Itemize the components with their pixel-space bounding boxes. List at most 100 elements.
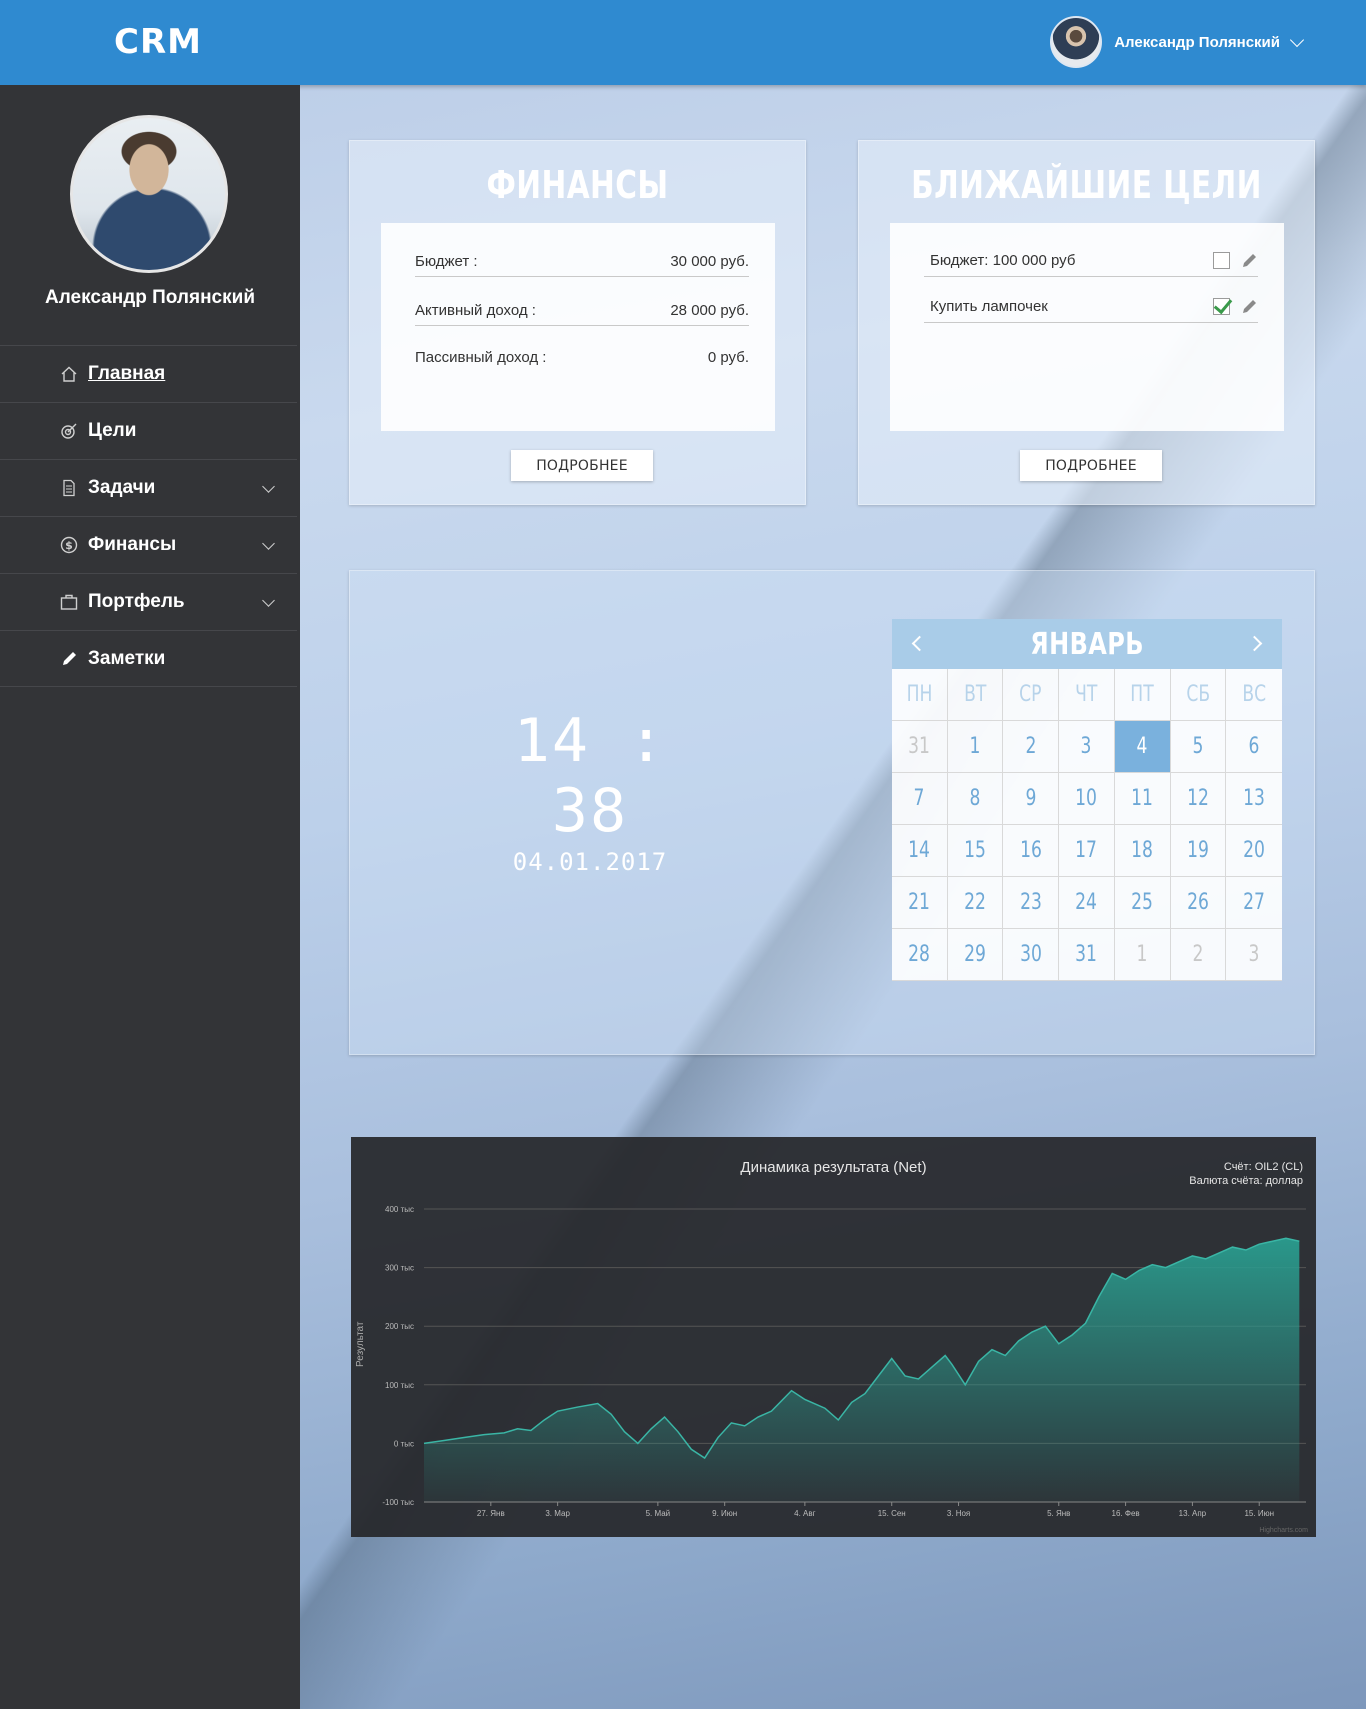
finance-value: 0 руб. [707, 348, 749, 366]
chevron-down-icon[interactable] [262, 480, 275, 493]
calendar-day-today[interactable]: 4 [1114, 721, 1171, 773]
chart-currency: Валюта счёта: доллар [1189, 1175, 1303, 1187]
calendar-day[interactable]: 29 [947, 929, 1004, 981]
finance-panel: Бюджет : 30 000 руб. Активный доход : 28… [381, 223, 775, 431]
calendar-day-number: 29 [964, 942, 986, 967]
calendar-day-number: 24 [1075, 890, 1098, 915]
sidebar-item-label: Заметки [88, 647, 166, 669]
calendar-day[interactable]: 26 [1170, 877, 1227, 929]
calendar-day-number: 27 [1243, 890, 1266, 915]
calendar-day[interactable]: 31 [892, 721, 948, 773]
calendar-day[interactable]: 17 [1059, 825, 1115, 877]
calendar-day[interactable]: 16 [1003, 825, 1060, 877]
calendar-weekday: ВТ [947, 669, 1004, 721]
app-logo[interactable]: CRM [114, 22, 202, 62]
user-menu[interactable]: Александр Полянский [1050, 16, 1305, 68]
calendar-day[interactable]: 6 [1226, 721, 1282, 773]
calendar-weekday: СБ [1170, 669, 1227, 721]
calendar-day[interactable]: 19 [1170, 825, 1227, 877]
sidebar-item-goals[interactable]: Цели [0, 402, 297, 459]
sidebar-item-portfolio[interactable]: Портфель [0, 573, 297, 630]
document-icon [60, 479, 78, 497]
header-user-name[interactable]: Александр Полянский [1114, 34, 1280, 51]
chart-y-tick-label: 0 тыс [394, 1439, 414, 1448]
calendar-weekday: СР [1003, 669, 1060, 721]
goals-panel: Бюджет: 100 000 руб Купить лампочек [890, 223, 1284, 431]
calendar-day[interactable]: 28 [892, 929, 948, 981]
calendar-day[interactable]: 12 [1170, 773, 1227, 825]
chevron-left-icon[interactable] [911, 635, 928, 652]
finance-more-button[interactable]: ПОДРОБНЕЕ [511, 450, 653, 481]
sidebar-item-notes[interactable]: Заметки [0, 630, 297, 687]
calendar-day[interactable]: 7 [892, 773, 948, 825]
calendar-day-number: 3 [1081, 734, 1092, 759]
chart-x-tick-label: 5. Май [646, 1509, 671, 1518]
calendar-day[interactable]: 15 [947, 825, 1004, 877]
chart-credits[interactable]: Highcharts.com [1259, 1527, 1308, 1534]
goal-checkbox[interactable] [1213, 252, 1230, 269]
calendar-day[interactable]: 2 [1003, 721, 1060, 773]
top-header: CRM Александр Полянский [0, 0, 1366, 85]
calendar-day[interactable]: 20 [1226, 825, 1282, 877]
pencil-icon [60, 650, 78, 668]
calendar-weekday-label: СБ [1186, 682, 1210, 707]
calendar-weekday-label: ВТ [963, 682, 987, 707]
sidebar-item-label: Главная [88, 363, 166, 384]
calendar-day-number: 9 [1025, 786, 1037, 811]
finance-title: ФИНАНСЫ [486, 163, 669, 207]
calendar: ЯНВАРЬ ПН ВТ СР ЧТ ПТ СБ ВС 31 1 2 3 4 5 6 7 8 9 10 11 12 13… [892, 619, 1282, 981]
calendar-day[interactable]: 25 [1114, 877, 1171, 929]
svg-text:$: $ [65, 539, 73, 552]
calendar-day[interactable]: 2 [1170, 929, 1227, 981]
calendar-day[interactable]: 21 [892, 877, 948, 929]
chevron-down-icon[interactable] [262, 537, 275, 550]
calendar-day[interactable]: 31 [1059, 929, 1115, 981]
calendar-day[interactable]: 27 [1226, 877, 1282, 929]
chart-y-tick-label: 200 тыс [385, 1322, 414, 1331]
calendar-day[interactable]: 1 [947, 721, 1004, 773]
calendar-day[interactable]: 9 [1003, 773, 1060, 825]
calendar-day[interactable]: 18 [1114, 825, 1171, 877]
finance-row-active-income: Активный доход : 28 000 руб. [415, 296, 749, 326]
chevron-down-icon[interactable] [262, 594, 275, 607]
calendar-day-number: 22 [964, 890, 986, 915]
chart-x-tick-label: 9. Июн [712, 1509, 737, 1518]
calendar-day[interactable]: 8 [947, 773, 1004, 825]
chevron-right-icon[interactable] [1246, 635, 1263, 652]
calendar-day[interactable]: 1 [1114, 929, 1171, 981]
calendar-day-number: 2 [1025, 734, 1037, 759]
goals-more-button[interactable]: ПОДРОБНЕЕ [1020, 450, 1162, 481]
edit-pencil-icon[interactable] [1240, 252, 1258, 270]
sidebar-item-label: Финансы [88, 534, 177, 555]
calendar-day-number: 8 [969, 786, 981, 811]
calendar-day[interactable]: 10 [1059, 773, 1115, 825]
sidebar-item-home[interactable]: Главная [0, 345, 297, 402]
calendar-day-number: 1 [969, 734, 981, 759]
calendar-day[interactable]: 24 [1059, 877, 1115, 929]
finance-label: Бюджет : [415, 253, 478, 270]
calendar-day-number: 17 [1075, 838, 1098, 863]
chart-x-tick-label: 3. Мар [545, 1509, 570, 1518]
goal-checkbox-checked[interactable] [1213, 298, 1230, 315]
chevron-down-icon[interactable] [1289, 32, 1305, 47]
clock-date: 04.01.2017 [512, 848, 668, 876]
sidebar-item-finance[interactable]: $ Финансы [0, 516, 297, 573]
calendar-month: ЯНВАРЬ [1030, 626, 1144, 662]
calendar-weekday: ПН [892, 669, 948, 721]
calendar-day[interactable]: 14 [892, 825, 948, 877]
chart-x-tick-label: 15. Сен [878, 1509, 906, 1518]
calendar-day[interactable]: 13 [1226, 773, 1282, 825]
calendar-day-number: 23 [1019, 890, 1042, 915]
calendar-day[interactable]: 22 [947, 877, 1004, 929]
calendar-day[interactable]: 23 [1003, 877, 1060, 929]
calendar-day[interactable]: 11 [1114, 773, 1171, 825]
calendar-day-number: 28 [908, 942, 931, 967]
home-icon [60, 365, 78, 383]
calendar-day[interactable]: 30 [1003, 929, 1060, 981]
calendar-day[interactable]: 3 [1226, 929, 1282, 981]
header-avatar[interactable] [1050, 16, 1103, 68]
sidebar-item-tasks[interactable]: Задачи [0, 459, 297, 516]
calendar-day[interactable]: 5 [1170, 721, 1227, 773]
edit-pencil-icon[interactable] [1240, 298, 1258, 316]
calendar-day[interactable]: 3 [1059, 721, 1115, 773]
